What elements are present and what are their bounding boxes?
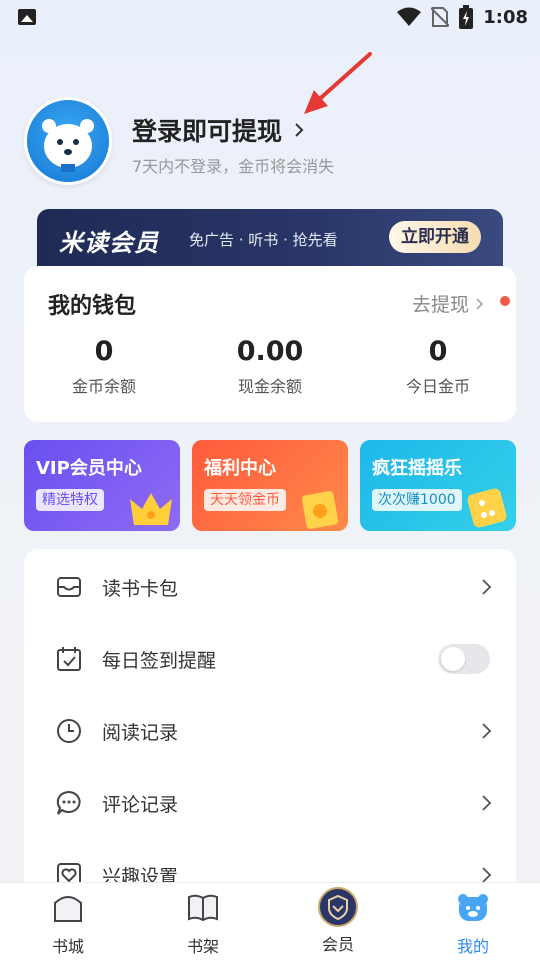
menu-label: 读书卡包 [102, 577, 179, 600]
bottom-nav: 书城 书架 会员 我的 [0, 882, 540, 960]
nav-label: 书城 [51, 937, 84, 956]
notification-dot [500, 296, 510, 306]
feature-tag: 天天领金币 [204, 489, 286, 511]
chevron-right-icon [482, 579, 492, 595]
stat-value: 0 [94, 336, 114, 367]
comment-icon [56, 790, 81, 815]
dice-icon [467, 488, 507, 528]
annotation-arrow-icon [304, 52, 372, 114]
feature-title: 疯狂摇摇乐 [372, 458, 462, 479]
withdraw-link-text: 去提现 [411, 294, 469, 316]
withdraw-link[interactable]: 去提现 [412, 290, 484, 317]
bear-face-icon [458, 894, 488, 921]
tab-bookstore[interactable]: 书城 [28, 891, 108, 957]
menu-item-reading-history[interactable]: 阅读记录 [24, 695, 516, 767]
stat-label: 金币余额 [71, 377, 136, 396]
feature-welfare-center[interactable]: 福利中心 天天领金币 [192, 440, 348, 531]
wallet-card: 我的钱包 去提现 0 金币余额 0.00 现金余额 0 今日金币 [24, 266, 516, 422]
stat-value: 0 [428, 336, 448, 367]
avatar[interactable] [24, 97, 112, 185]
crown-icon [130, 493, 172, 525]
chevron-right-icon [295, 123, 304, 137]
chevron-right-icon [476, 297, 484, 310]
tab-mine[interactable]: 我的 [433, 891, 513, 957]
bear-avatar-icon [42, 119, 94, 172]
no-sim-icon [431, 7, 450, 27]
stat-label: 今日金币 [405, 377, 470, 396]
coin-bag-icon [301, 491, 339, 529]
login-title-text: 登录即可提现 [132, 117, 283, 146]
status-bar: 1:08 [0, 0, 540, 36]
battery-charging-icon [459, 5, 474, 29]
feature-title: 福利中心 [204, 458, 276, 479]
nav-label: 我的 [456, 937, 489, 956]
stat-label: 现金余额 [237, 377, 302, 396]
vip-open-button[interactable]: 立即开通 [389, 221, 481, 253]
menu-label: 阅读记录 [102, 721, 179, 744]
wallet-stat-coins[interactable]: 0 金币余额 [34, 336, 174, 397]
vip-desc: 免广告 · 听书 · 抢先看 [189, 231, 338, 249]
vip-logo: 米读会员 [59, 229, 159, 257]
clock-icon [57, 719, 81, 743]
feature-title: VIP会员中心 [36, 458, 142, 479]
login-title[interactable]: 登录即可提现 [132, 112, 304, 148]
vip-banner[interactable]: 米读会员 免广告 · 听书 · 抢先看 立即开通 [37, 209, 503, 269]
status-icons: 1:08 [397, 5, 528, 29]
wallet-stat-cash[interactable]: 0.00 现金余额 [200, 336, 340, 397]
menu-label: 每日签到提醒 [102, 649, 217, 672]
nav-label: 会员 [321, 935, 354, 954]
menu-label: 评论记录 [102, 793, 179, 816]
bookstore-icon [54, 896, 82, 922]
stat-value: 0.00 [236, 336, 304, 367]
card-wallet-icon [57, 577, 81, 597]
feature-tag: 精选特权 [36, 489, 104, 511]
chevron-right-icon [482, 723, 492, 739]
feature-shake-game[interactable]: 疯狂摇摇乐 次次赚1000 [360, 440, 516, 531]
wifi-icon [397, 7, 422, 26]
feature-vip-center[interactable]: VIP会员中心 精选特权 [24, 440, 180, 531]
feature-tag: 次次赚1000 [372, 489, 462, 511]
menu-item-checkin-reminder: 每日签到提醒 [24, 623, 516, 695]
vip-shield-icon [318, 887, 358, 927]
menu-item-comment-history[interactable]: 评论记录 [24, 767, 516, 839]
bookshelf-icon [188, 894, 218, 922]
menu-item-card-wallet[interactable]: 读书卡包 [24, 551, 516, 623]
tab-vip[interactable]: 会员 [298, 887, 378, 955]
login-subtitle: 7天内不登录，金币将会消失 [132, 157, 335, 176]
checkin-reminder-toggle[interactable] [438, 644, 490, 674]
chevron-right-icon [482, 795, 492, 811]
tab-bookshelf[interactable]: 书架 [163, 891, 243, 957]
wallet-stat-today[interactable]: 0 今日金币 [368, 336, 508, 397]
wallet-title: 我的钱包 [48, 294, 137, 319]
calendar-check-icon [57, 647, 81, 671]
status-time: 1:08 [483, 6, 528, 28]
image-notification-icon [18, 9, 36, 25]
nav-label: 书架 [186, 937, 219, 956]
